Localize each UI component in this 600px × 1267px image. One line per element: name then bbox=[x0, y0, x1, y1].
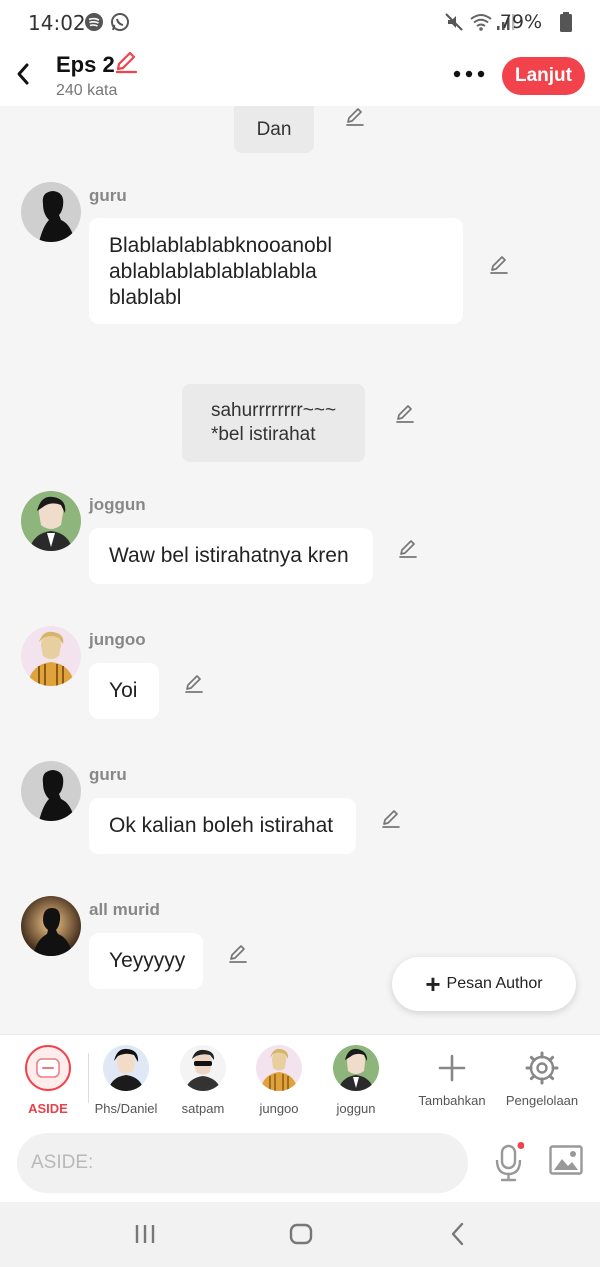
edit-title-icon[interactable] bbox=[114, 50, 138, 74]
avatar-guru[interactable] bbox=[21, 761, 81, 821]
author-message-label: Pesan Author bbox=[446, 975, 543, 992]
more-icon[interactable] bbox=[452, 64, 486, 84]
character-avatar-icon bbox=[21, 491, 81, 551]
status-time: 14:02 bbox=[28, 11, 86, 35]
manage-characters-label: Pengelolaan bbox=[505, 1093, 579, 1108]
composer bbox=[0, 1124, 600, 1202]
episode-title: Eps 2 bbox=[56, 52, 115, 77]
system-nav-bar bbox=[0, 1202, 600, 1267]
character-avatar-icon bbox=[21, 626, 81, 686]
battery-level: 79% bbox=[499, 11, 542, 33]
character-phs-daniel[interactable]: Phs/Daniel bbox=[91, 1045, 161, 1116]
edit-icon[interactable] bbox=[488, 254, 510, 276]
silhouette-avatar-icon bbox=[21, 182, 81, 242]
word-count: 240 kata bbox=[56, 82, 118, 99]
sender-name: all murid bbox=[89, 900, 160, 919]
image-icon[interactable] bbox=[549, 1145, 583, 1175]
message-bubble[interactable]: Blablablablabknooanobl ablablablablablab… bbox=[89, 218, 463, 324]
back-nav-icon[interactable] bbox=[448, 1222, 468, 1246]
character-label: ASIDE bbox=[28, 1101, 68, 1116]
character-label: Phs/Daniel bbox=[94, 1101, 158, 1116]
narration-text: Dan bbox=[256, 118, 292, 140]
gear-icon bbox=[525, 1051, 559, 1085]
message-bubble[interactable]: Yeyyyyy bbox=[89, 933, 203, 989]
character-label: joggun bbox=[336, 1101, 376, 1116]
sender-name: joggun bbox=[89, 495, 146, 514]
app-header: Eps 2 240 kata Lanjut bbox=[0, 44, 600, 106]
message-text: Yoi bbox=[109, 679, 138, 702]
wifi-icon bbox=[470, 14, 492, 31]
message-text: Blablablablabknooanobl ablablablablablab… bbox=[109, 234, 333, 309]
edit-icon[interactable] bbox=[344, 106, 366, 128]
plus-icon: + bbox=[425, 969, 441, 999]
sender-name: guru bbox=[89, 765, 127, 784]
avatar-jungoo[interactable] bbox=[21, 626, 81, 686]
silhouette-avatar-icon bbox=[21, 896, 81, 956]
narration-text: sahurrrrrrrr~~~ *bel istirahat bbox=[210, 400, 337, 445]
message-bubble[interactable]: Waw bel istirahatnya kren bbox=[89, 528, 373, 584]
character-avatar bbox=[256, 1045, 302, 1091]
author-message-button[interactable]: + Pesan Author bbox=[392, 957, 576, 1011]
avatar-guru[interactable] bbox=[21, 182, 81, 242]
add-character-label: Tambahkan bbox=[418, 1093, 486, 1108]
message-bubble[interactable]: Ok kalian boleh istirahat bbox=[89, 798, 356, 854]
sender-name: guru bbox=[89, 186, 127, 205]
avatar-joggun[interactable] bbox=[21, 491, 81, 551]
narration-bubble[interactable]: sahurrrrrrrr~~~ *bel istirahat bbox=[182, 384, 365, 462]
character-label: jungoo bbox=[259, 1101, 299, 1116]
aside-icon bbox=[25, 1045, 71, 1091]
edit-icon[interactable] bbox=[380, 808, 402, 830]
home-icon[interactable] bbox=[289, 1222, 313, 1246]
message-text: Waw bel istirahatnya kren bbox=[109, 544, 349, 567]
avatar-all-murid[interactable] bbox=[21, 896, 81, 956]
character-joggun[interactable]: joggun bbox=[321, 1045, 391, 1116]
mute-icon bbox=[445, 13, 463, 31]
add-character-button[interactable]: Tambahkan bbox=[414, 1045, 490, 1108]
plus-icon bbox=[438, 1054, 466, 1082]
character-avatar bbox=[180, 1045, 226, 1091]
character-label: satpam bbox=[181, 1101, 225, 1116]
character-satpam[interactable]: satpam bbox=[168, 1045, 238, 1116]
mic-icon[interactable] bbox=[494, 1142, 524, 1182]
character-avatar bbox=[333, 1045, 379, 1091]
sender-name: jungoo bbox=[89, 630, 146, 649]
edit-icon[interactable] bbox=[397, 538, 419, 560]
spotify-icon bbox=[85, 13, 103, 31]
battery-icon bbox=[560, 12, 572, 32]
back-icon[interactable] bbox=[10, 58, 36, 90]
episode-title-group: Eps 2 240 kata bbox=[56, 51, 138, 99]
message-text: Yeyyyyy bbox=[109, 949, 186, 972]
silhouette-avatar-icon bbox=[21, 761, 81, 821]
narration-bubble[interactable]: Dan bbox=[234, 106, 314, 153]
whatsapp-icon bbox=[111, 13, 129, 31]
edit-icon[interactable] bbox=[394, 403, 416, 425]
recent-apps-icon[interactable] bbox=[133, 1222, 157, 1246]
edit-icon[interactable] bbox=[183, 673, 205, 695]
character-jungoo[interactable]: jungoo bbox=[244, 1045, 314, 1116]
chat-area: Dan guru Blablablablabknooanobl ablablab… bbox=[0, 106, 600, 1034]
message-input[interactable] bbox=[17, 1133, 468, 1193]
edit-icon[interactable] bbox=[227, 943, 249, 965]
message-text: Ok kalian boleh istirahat bbox=[109, 814, 334, 837]
character-aside[interactable]: ASIDE bbox=[13, 1045, 83, 1116]
character-bar: ASIDE Phs/Daniel satpam jungoo joggun Ta… bbox=[0, 1034, 600, 1124]
status-bar: 14:02 79% bbox=[0, 0, 600, 44]
character-avatar bbox=[103, 1045, 149, 1091]
manage-characters-button[interactable]: Pengelolaan bbox=[503, 1045, 581, 1108]
message-bubble[interactable]: Yoi bbox=[89, 663, 159, 719]
next-button[interactable]: Lanjut bbox=[502, 57, 585, 95]
divider bbox=[88, 1053, 89, 1103]
